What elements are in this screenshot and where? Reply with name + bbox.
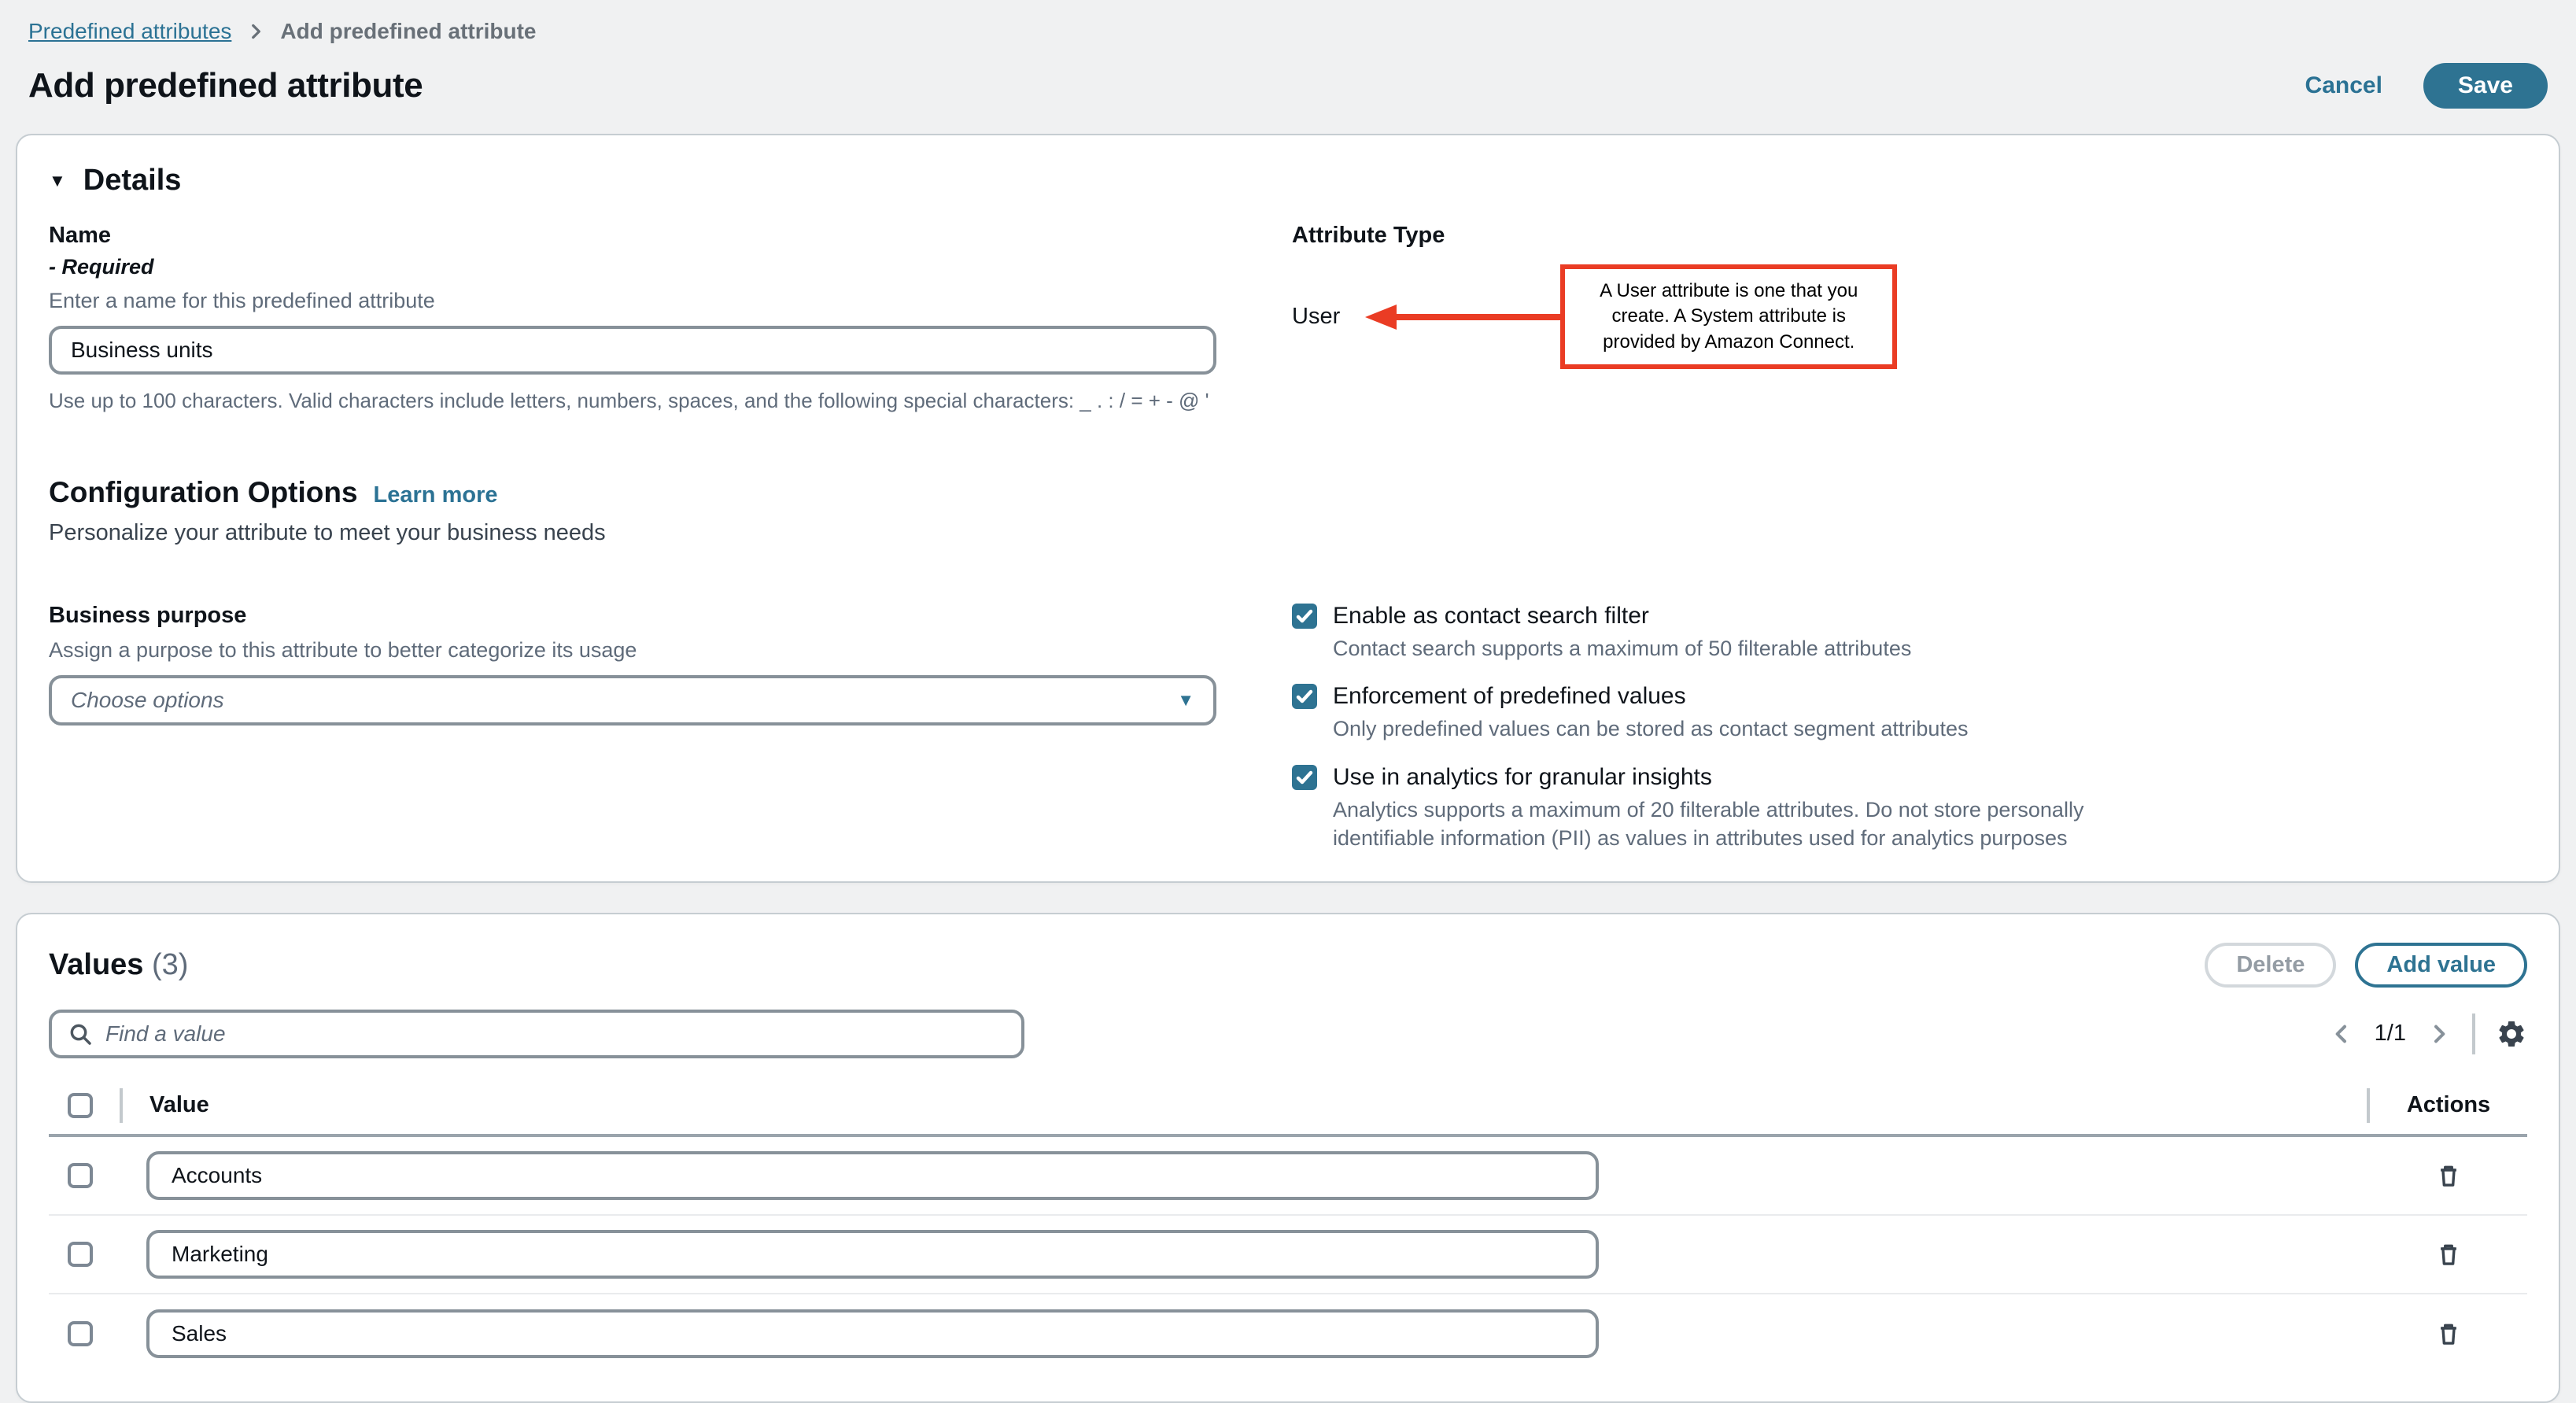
attribute-type-row: User A User attribute is one that you cr… [1292, 264, 2527, 369]
annotation-arrow-shaft [1397, 314, 1560, 320]
checked-checkbox-icon [1292, 604, 1317, 629]
breadcrumb-current: Add predefined attribute [280, 19, 536, 44]
business-purpose-group: Business purpose Assign a purpose to thi… [49, 603, 1216, 853]
values-table-header: Value Actions [49, 1084, 2527, 1137]
value-search-input[interactable] [105, 1021, 1006, 1047]
trash-icon [2435, 1320, 2462, 1347]
analytics-checkbox[interactable]: Use in analytics for granular insights [1292, 764, 2527, 791]
header-actions: Cancel Save [2305, 63, 2548, 109]
select-all-checkbox[interactable] [68, 1093, 93, 1118]
details-card: ▼ Details Name - Required Enter a name f… [16, 134, 2560, 883]
dropdown-caret-icon: ▼ [1177, 690, 1194, 711]
table-row [49, 1294, 2527, 1373]
enforcement-checkbox[interactable]: Enforcement of predefined values [1292, 683, 2527, 710]
breadcrumb-link-predefined-attributes[interactable]: Predefined attributes [28, 19, 231, 44]
config-row-spacer [1292, 413, 2527, 546]
values-title: Values (3) [49, 948, 188, 982]
chevron-right-icon [2427, 1021, 2452, 1047]
settings-button[interactable] [2496, 1018, 2527, 1050]
configuration-options-title: Configuration Options [49, 476, 358, 509]
enforcement-description: Only predefined values can be stored as … [1333, 714, 2096, 743]
row-checkbox[interactable] [68, 1242, 93, 1267]
page-indicator: 1/1 [2375, 1021, 2406, 1047]
pagination-controls: 1/1 [2329, 1013, 2527, 1054]
next-page-button[interactable] [2427, 1021, 2452, 1047]
business-purpose-description: Assign a purpose to this attribute to be… [49, 638, 1216, 663]
details-grid: Name - Required Enter a name for this pr… [49, 223, 2527, 853]
configuration-options-group: Configuration Options Learn more Persona… [49, 476, 1216, 546]
delete-row-button[interactable] [2435, 1162, 2462, 1189]
toolbar-divider [2472, 1013, 2475, 1054]
configuration-options-subtitle: Personalize your attribute to meet your … [49, 520, 1216, 546]
values-title-text: Values [49, 948, 143, 981]
checkbox-item-analytics: Use in analytics for granular insights A… [1292, 764, 2527, 853]
row-checkbox[interactable] [68, 1321, 93, 1346]
value-input[interactable] [146, 1151, 1599, 1200]
add-value-button[interactable]: Add value [2355, 943, 2527, 988]
page: Predefined attributes Add predefined att… [0, 0, 2576, 1403]
delete-button[interactable]: Delete [2205, 943, 2336, 988]
search-filter-label: Enable as contact search filter [1333, 603, 1649, 630]
checked-checkbox-icon [1292, 684, 1317, 709]
name-description: Enter a name for this predefined attribu… [49, 289, 1216, 313]
annotation-arrow-icon [1365, 305, 1397, 330]
chevron-right-icon [245, 21, 266, 42]
values-card: Values (3) Delete Add value [16, 913, 2560, 1403]
actions-column-header: Actions [2370, 1092, 2527, 1118]
annotation-callout: A User attribute is one that you create.… [1560, 264, 1897, 369]
value-input[interactable] [146, 1230, 1599, 1279]
collapse-triangle-icon: ▼ [49, 171, 66, 191]
business-purpose-select[interactable]: Choose options ▼ [49, 675, 1216, 725]
search-filter-checkbox[interactable]: Enable as contact search filter [1292, 603, 2527, 630]
values-table: Value Actions [49, 1084, 2527, 1373]
business-purpose-label: Business purpose [49, 603, 1216, 629]
details-section-title: Details [83, 164, 182, 198]
learn-more-link[interactable]: Learn more [374, 482, 498, 508]
delete-row-button[interactable] [2435, 1320, 2462, 1347]
header-divider [120, 1088, 123, 1123]
delete-row-button[interactable] [2435, 1241, 2462, 1268]
values-toolbar: 1/1 [49, 1010, 2527, 1058]
chevron-left-icon [2329, 1021, 2354, 1047]
name-required-label: - Required [49, 255, 1216, 279]
business-purpose-placeholder: Choose options [71, 688, 224, 713]
options-checkbox-list: Enable as contact search filter Contact … [1292, 603, 2527, 853]
trash-icon [2435, 1162, 2462, 1189]
value-search-box [49, 1010, 1024, 1058]
breadcrumb: Predefined attributes Add predefined att… [28, 19, 2560, 44]
attribute-type-label: Attribute Type [1292, 223, 2527, 249]
name-input[interactable] [49, 326, 1216, 375]
name-help-text: Use up to 100 characters. Valid characte… [49, 389, 1216, 413]
value-column-header: Value [149, 1092, 209, 1118]
value-input[interactable] [146, 1309, 1599, 1358]
name-field-group: Name - Required Enter a name for this pr… [49, 223, 1216, 413]
details-section-toggle[interactable]: ▼ Details [49, 164, 2527, 198]
name-label: Name [49, 223, 1216, 249]
checkbox-item-enforcement: Enforcement of predefined values Only pr… [1292, 683, 2527, 743]
row-checkbox[interactable] [68, 1163, 93, 1188]
cancel-button[interactable]: Cancel [2305, 72, 2382, 99]
attribute-type-group: Attribute Type User A User attribute is … [1292, 223, 2527, 413]
table-row [49, 1216, 2527, 1294]
analytics-label: Use in analytics for granular insights [1333, 764, 1712, 791]
page-title: Add predefined attribute [28, 66, 423, 105]
analytics-description: Analytics supports a maximum of 20 filte… [1333, 796, 2096, 853]
checked-checkbox-icon [1292, 765, 1317, 790]
previous-page-button[interactable] [2329, 1021, 2354, 1047]
enforcement-label: Enforcement of predefined values [1333, 683, 1686, 710]
trash-icon [2435, 1241, 2462, 1268]
values-count: (3) [152, 948, 188, 981]
search-filter-description: Contact search supports a maximum of 50 … [1333, 634, 2096, 663]
search-icon [68, 1021, 93, 1047]
checkbox-item-search-filter: Enable as contact search filter Contact … [1292, 603, 2527, 663]
values-buttons: Delete Add value [2205, 943, 2527, 988]
gear-icon [2496, 1018, 2527, 1050]
table-row [49, 1137, 2527, 1216]
save-button[interactable]: Save [2423, 63, 2548, 109]
page-header: Add predefined attribute Cancel Save [28, 63, 2548, 109]
values-header: Values (3) Delete Add value [49, 943, 2527, 988]
attribute-type-value: User [1292, 304, 1340, 330]
